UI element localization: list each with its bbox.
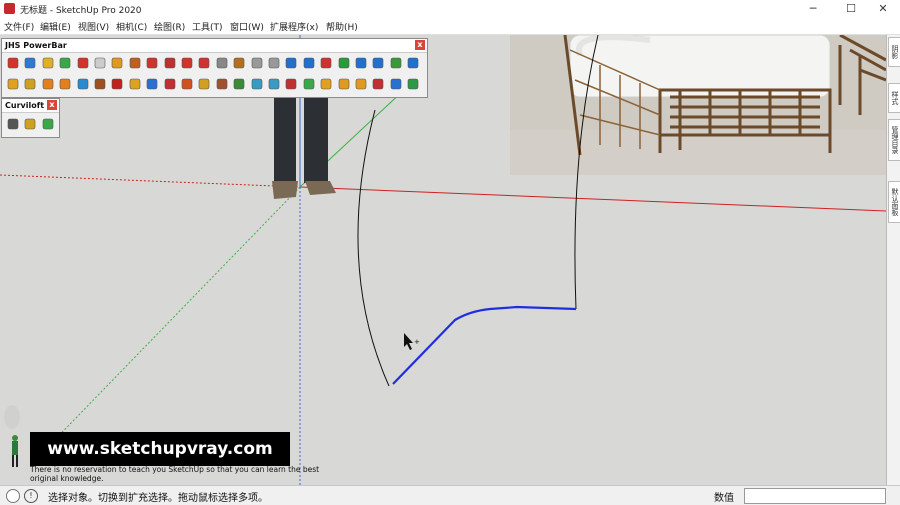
powerbar-tool-15-icon[interactable] <box>250 56 264 70</box>
measurements-label: 数值 <box>714 493 734 504</box>
arc-curve-left[interactable] <box>357 109 390 387</box>
powerbar-tool-9-icon[interactable] <box>145 56 159 70</box>
powerbar-row2-tool-24-icon[interactable] <box>406 77 420 91</box>
menu-edit[interactable]: 编辑(E) <box>40 20 71 33</box>
menu-help[interactable]: 帮助(H) <box>326 20 358 33</box>
powerbar-row2-tool-10-icon[interactable] <box>163 77 177 91</box>
powerbar-row2-tool-14-icon[interactable] <box>232 77 246 91</box>
powerbar-tool-2-icon[interactable] <box>23 56 37 70</box>
powerbar-row2-tool-13-icon[interactable] <box>215 77 229 91</box>
powerbar-tool-21-icon[interactable] <box>354 56 368 70</box>
tray-tab-shadows[interactable]: 阴影 <box>888 37 900 67</box>
powerbar-row2-tool-1-icon[interactable] <box>6 77 20 91</box>
curviloft-close-button[interactable]: x <box>47 100 57 110</box>
powerbar-row2-tool-18-icon[interactable] <box>302 77 316 91</box>
selected-profile-curve[interactable] <box>392 305 577 385</box>
menu-bar: 文件(F) 编辑(E) 视图(V) 相机(C) 绘图(R) 工具(T) 窗口(W… <box>0 18 900 35</box>
powerbar-row2-tool-6-icon[interactable] <box>93 77 107 91</box>
default-tray: 阴影 样式 管理目录 默认面板 <box>886 35 900 485</box>
powerbar-tool-13-icon[interactable] <box>215 56 229 70</box>
model-viewport[interactable]: + <box>0 35 886 485</box>
watermark-url: www.sketchupvray.com <box>30 432 290 466</box>
powerbar-row-2 <box>6 77 426 93</box>
arc-curve-right[interactable] <box>574 35 599 310</box>
minimize-button[interactable]: ─ <box>796 0 830 18</box>
tray-tab-default-panel[interactable]: 默认面板 <box>888 181 900 223</box>
measurements-input[interactable] <box>744 488 886 504</box>
powerbar-row2-tool-17-icon[interactable] <box>284 77 298 91</box>
powerbar-tool-20-icon[interactable] <box>337 56 351 70</box>
powerbar-tool-6-icon[interactable] <box>93 56 107 70</box>
powerbar-row2-tool-15-icon[interactable] <box>250 77 264 91</box>
powerbar-row2-tool-7-icon[interactable] <box>110 77 124 91</box>
jhs-powerbar-title[interactable]: JHS PowerBar x <box>2 39 427 53</box>
powerbar-row2-tool-4-icon[interactable] <box>58 77 72 91</box>
menu-view[interactable]: 视图(V) <box>78 20 109 33</box>
curviloft-tools <box>6 117 60 133</box>
powerbar-tool-4-icon[interactable] <box>58 56 72 70</box>
powerbar-row2-tool-5-icon[interactable] <box>76 77 90 91</box>
green-axis-negative <box>39 186 301 456</box>
powerbar-tool-22-icon[interactable] <box>371 56 385 70</box>
status-message: 选择对象。切换到扩充选择。拖动鼠标选择多项。 <box>48 493 268 504</box>
powerbar-tool-12-icon[interactable] <box>197 56 211 70</box>
svg-text:+: + <box>414 338 420 346</box>
powerbar-tool-10-icon[interactable] <box>163 56 177 70</box>
red-axis-positive <box>299 186 886 212</box>
powerbar-tool-23-icon[interactable] <box>389 56 403 70</box>
powerbar-row2-tool-23-icon[interactable] <box>389 77 403 91</box>
sketchup-logo-icon <box>4 3 15 14</box>
powerbar-row-1 <box>6 56 426 72</box>
curviloft-tool-2-icon[interactable] <box>23 117 37 131</box>
select-cursor-icon: + <box>404 333 420 350</box>
powerbar-row2-tool-2-icon[interactable] <box>23 77 37 91</box>
geolocation-icon[interactable] <box>6 489 20 503</box>
tray-tab-styles[interactable]: 样式 <box>888 83 900 113</box>
menu-draw[interactable]: 绘图(R) <box>154 20 185 33</box>
powerbar-row2-tool-21-icon[interactable] <box>354 77 368 91</box>
maximize-button[interactable]: ☐ <box>834 0 868 18</box>
powerbar-row2-tool-12-icon[interactable] <box>197 77 211 91</box>
title-bar: 无标题 - SketchUp Pro 2020 ─ ☐ ✕ <box>0 0 900 18</box>
powerbar-tool-7-icon[interactable] <box>110 56 124 70</box>
powerbar-row2-tool-9-icon[interactable] <box>145 77 159 91</box>
curviloft-title[interactable]: Curviloft x <box>2 99 59 113</box>
powerbar-row2-tool-19-icon[interactable] <box>319 77 333 91</box>
curviloft-tool-3-icon[interactable] <box>41 117 55 131</box>
menu-file[interactable]: 文件(F) <box>4 20 34 33</box>
powerbar-tool-18-icon[interactable] <box>302 56 316 70</box>
powerbar-row2-tool-3-icon[interactable] <box>41 77 55 91</box>
menu-extensions[interactable]: 扩展程序(x) <box>270 20 318 33</box>
menu-window[interactable]: 窗口(W) <box>230 20 264 33</box>
menu-tools[interactable]: 工具(T) <box>192 20 223 33</box>
powerbar-tool-5-icon[interactable] <box>76 56 90 70</box>
powerbar-tool-16-icon[interactable] <box>267 56 281 70</box>
powerbar-row2-tool-11-icon[interactable] <box>180 77 194 91</box>
red-axis-negative <box>0 174 301 188</box>
tray-tab-manage-catalog[interactable]: 管理目录 <box>888 119 900 161</box>
powerbar-row2-tool-16-icon[interactable] <box>267 77 281 91</box>
powerbar-tool-24-icon[interactable] <box>406 56 420 70</box>
powerbar-row2-tool-22-icon[interactable] <box>371 77 385 91</box>
window-title: 无标题 - SketchUp Pro 2020 <box>20 6 142 16</box>
close-button[interactable]: ✕ <box>866 0 900 18</box>
curviloft-palette[interactable]: Curviloft x <box>1 98 60 138</box>
jhs-powerbar-palette[interactable]: JHS PowerBar x <box>1 38 428 98</box>
info-icon[interactable]: ! <box>24 489 38 503</box>
small-person-icon <box>4 405 20 467</box>
status-bar: ! 选择对象。切换到扩充选择。拖动鼠标选择多项。 数值 <box>0 485 900 505</box>
menu-camera[interactable]: 相机(C) <box>116 20 147 33</box>
powerbar-tool-11-icon[interactable] <box>180 56 194 70</box>
powerbar-row2-tool-8-icon[interactable] <box>128 77 142 91</box>
curviloft-tool-1-icon[interactable] <box>6 117 20 131</box>
powerbar-tool-14-icon[interactable] <box>232 56 246 70</box>
watermark-note: There is no reservation to teach you Ske… <box>30 465 320 483</box>
powerbar-tool-8-icon[interactable] <box>128 56 142 70</box>
powerbar-tool-19-icon[interactable] <box>319 56 333 70</box>
powerbar-tool-3-icon[interactable] <box>41 56 55 70</box>
powerbar-tool-17-icon[interactable] <box>284 56 298 70</box>
powerbar-tool-1-icon[interactable] <box>6 56 20 70</box>
powerbar-row2-tool-20-icon[interactable] <box>337 77 351 91</box>
jhs-powerbar-close-button[interactable]: x <box>415 40 425 50</box>
